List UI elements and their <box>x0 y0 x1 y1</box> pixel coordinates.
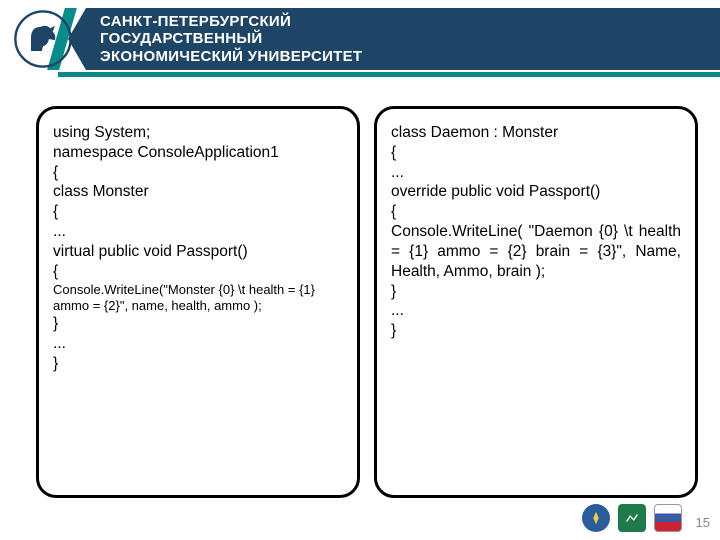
code-line: { <box>391 202 681 222</box>
code-line: { <box>53 163 343 183</box>
code-line: using System; <box>53 123 343 143</box>
code-line: ... <box>391 301 681 321</box>
page-number: 15 <box>696 515 710 530</box>
code-line: } <box>391 321 681 341</box>
code-line: override public void Passport() <box>391 182 681 202</box>
code-line: namespace ConsoleApplication1 <box>53 143 343 163</box>
code-box-left: using System; namespace ConsoleApplicati… <box>36 106 360 498</box>
code-line: class Daemon : Monster <box>391 123 681 143</box>
footer-logos <box>582 504 682 532</box>
code-line: } <box>53 314 343 334</box>
code-line: } <box>391 282 681 302</box>
code-line: ... <box>53 222 343 242</box>
code-line: { <box>53 202 343 222</box>
university-name-line3: ЭКОНОМИЧЕСКИЙ УНИВЕРСИТЕТ <box>100 48 362 65</box>
slide-header: САНКТ-ПЕТЕРБУРГСКИЙ ГОСУДАРСТВЕННЫЙ ЭКОН… <box>0 0 720 78</box>
accent-bar <box>58 72 720 77</box>
code-line: { <box>391 143 681 163</box>
university-name-line2: ГОСУДАРСТВЕННЫЙ <box>100 30 362 47</box>
code-line: Console.WriteLine( "Daemon {0} \t health… <box>391 222 681 281</box>
code-line: { <box>53 262 343 282</box>
code-line: } <box>53 354 343 374</box>
university-name-line1: САНКТ-ПЕТЕРБУРГСКИЙ <box>100 13 362 30</box>
code-line: ... <box>391 163 681 183</box>
partner-logo-icon <box>618 504 646 532</box>
code-line: virtual public void Passport() <box>53 242 343 262</box>
content-area: using System; namespace ConsoleApplicati… <box>0 78 720 498</box>
title-banner: САНКТ-ПЕТЕРБУРГСКИЙ ГОСУДАРСТВЕННЫЙ ЭКОН… <box>86 8 720 70</box>
code-line: Console.WriteLine("Monster {0} \t health… <box>53 282 343 315</box>
griffin-icon <box>13 9 73 69</box>
code-box-right: class Daemon : Monster { ... override pu… <box>374 106 698 498</box>
partner-logo-icon <box>582 504 610 532</box>
code-line: class Monster <box>53 182 343 202</box>
code-line: ... <box>53 334 343 354</box>
partner-logo-icon <box>654 504 682 532</box>
